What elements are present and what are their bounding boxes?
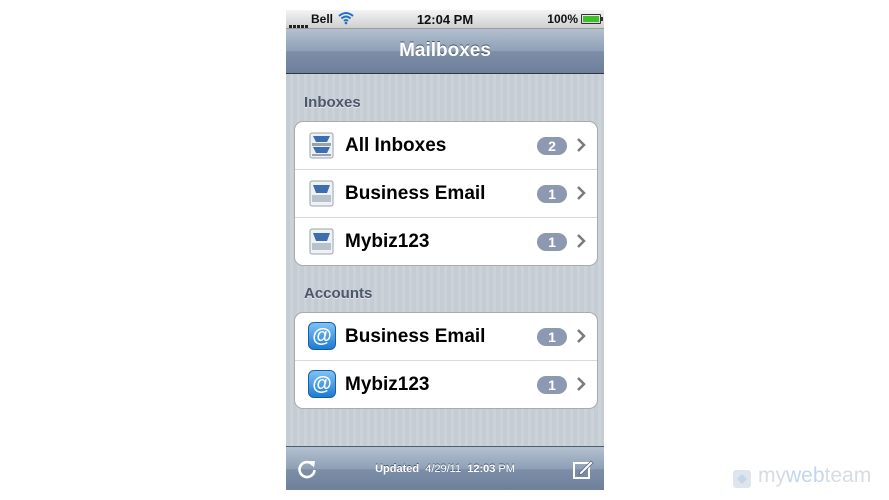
inbox-tray-icon	[309, 180, 334, 207]
status-bar: Bell 12:04 PM 100%	[286, 10, 604, 29]
section-header-accounts: Accounts	[304, 285, 373, 302]
phone-screen: Bell 12:04 PM 100% Mailboxes Inboxes All…	[286, 10, 604, 490]
inboxes-group: All Inboxes 2 Business Email 1 Mybiz123 …	[294, 121, 598, 266]
unread-count-badge: 1	[537, 376, 567, 394]
chevron-right-icon	[577, 377, 586, 391]
section-header-inboxes: Inboxes	[304, 94, 361, 111]
updated-ampm: PM	[498, 463, 515, 475]
chevron-right-icon	[577, 138, 586, 152]
mailbox-label: Business Email	[345, 183, 486, 204]
all-inboxes-tray-icon	[309, 132, 334, 159]
bottom-toolbar: Updated 4/29/11 12:03 PM	[286, 446, 604, 490]
page-title: Mailboxes	[399, 40, 491, 61]
watermark-web: web	[786, 464, 825, 487]
mailbox-label: Mybiz123	[345, 231, 430, 252]
updated-label: Updated	[375, 463, 420, 475]
accounts-group: @ Business Email 1 @ Mybiz123 1	[294, 312, 598, 409]
at-icon: @	[308, 322, 336, 350]
watermark-my: my	[758, 464, 786, 487]
updated-time: 12:03	[467, 463, 496, 475]
battery-percent: 100%	[547, 12, 578, 26]
mailbox-row-all-inboxes[interactable]: All Inboxes 2	[295, 122, 597, 170]
unread-count-badge: 1	[537, 185, 567, 203]
unread-count-badge: 1	[537, 233, 567, 251]
mailbox-row-mybiz123[interactable]: Mybiz123 1	[295, 218, 597, 265]
mailbox-label: All Inboxes	[345, 135, 447, 156]
unread-count-badge: 1	[537, 328, 567, 346]
watermark-team: team	[824, 464, 872, 487]
chevron-right-icon	[577, 329, 586, 343]
inbox-tray-icon	[309, 228, 334, 255]
updated-date: 4/29/11	[425, 463, 462, 475]
account-label: Business Email	[345, 326, 486, 347]
chevron-right-icon	[577, 234, 586, 248]
last-updated-status: Updated 4/29/11 12:03 PM	[286, 463, 604, 475]
battery-icon	[581, 14, 603, 24]
account-row-mybiz123[interactable]: @ Mybiz123 1	[295, 361, 597, 408]
navigation-bar: Mailboxes	[286, 29, 604, 74]
mailbox-row-business-email[interactable]: Business Email 1	[295, 170, 597, 218]
at-icon: @	[308, 370, 336, 398]
account-row-business-email[interactable]: @ Business Email 1	[295, 313, 597, 361]
unread-count-badge: 2	[537, 137, 567, 155]
chevron-right-icon	[577, 186, 586, 200]
watermark: mywebteam	[758, 464, 871, 488]
compose-icon[interactable]	[572, 458, 594, 480]
account-label: Mybiz123	[345, 374, 430, 395]
mywebteam-logo-icon	[733, 470, 751, 488]
